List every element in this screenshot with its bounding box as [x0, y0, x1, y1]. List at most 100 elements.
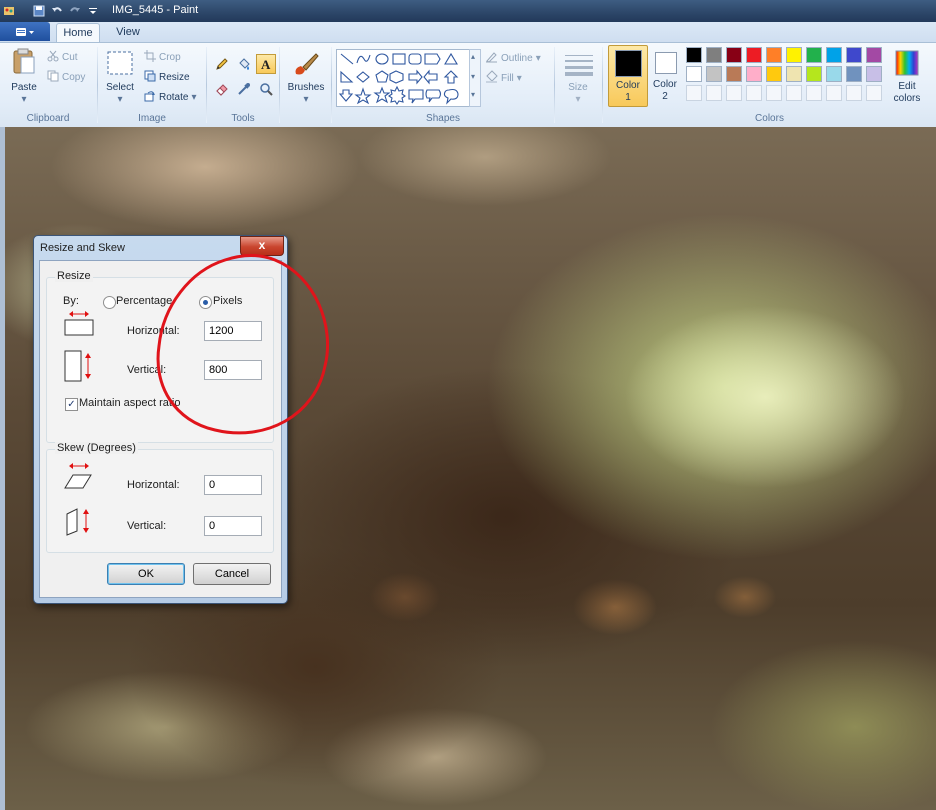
scroll-down-icon[interactable]: ▾: [471, 72, 475, 81]
colors-group-label: Colors: [755, 113, 784, 124]
color2-label: Color: [653, 79, 677, 90]
skew-legend: Skew (Degrees): [55, 442, 138, 454]
palette-empty-slot[interactable]: [746, 85, 762, 101]
color2-number: 2: [662, 91, 668, 102]
palette-empty-slot[interactable]: [726, 85, 742, 101]
outline-button[interactable]: Outline ▾: [485, 50, 541, 66]
palette-swatch[interactable]: [806, 66, 822, 82]
clipboard-group: Paste ▾ Cut Copy Clipboard: [0, 43, 96, 127]
palette-swatch[interactable]: [866, 66, 882, 82]
palette-swatch[interactable]: [726, 47, 742, 63]
palette-empty-slot[interactable]: [786, 85, 802, 101]
brush-icon: [292, 50, 320, 81]
crop-button[interactable]: Crop: [144, 50, 181, 65]
size-button[interactable]: Size ▾: [561, 48, 595, 105]
palette-swatch[interactable]: [766, 66, 782, 82]
rotate-dropdown-icon: ▾: [191, 92, 197, 103]
skew-horizontal-input[interactable]: 0: [204, 475, 262, 495]
cut-button[interactable]: Cut: [47, 50, 78, 65]
paste-button[interactable]: Paste ▾: [10, 48, 38, 105]
palette-empty-slot[interactable]: [826, 85, 842, 101]
color1-button[interactable]: Color 1: [608, 45, 648, 107]
palette-empty-slot[interactable]: [686, 85, 702, 101]
palette-swatch[interactable]: [686, 47, 702, 63]
paint-menu-button[interactable]: [0, 22, 50, 41]
palette-swatch[interactable]: [846, 66, 862, 82]
fill-button[interactable]: Fill ▾: [485, 70, 522, 86]
copy-icon: [47, 70, 59, 85]
edit-colors-button[interactable]: Edit colors: [887, 45, 927, 105]
palette-swatch[interactable]: [746, 47, 762, 63]
highlight-circle: [156, 254, 330, 435]
palette-swatch[interactable]: [746, 66, 762, 82]
customize-toolbar-icon[interactable]: [86, 4, 100, 18]
select-dropdown-icon[interactable]: ▾: [114, 94, 126, 105]
color2-button[interactable]: Color 2: [649, 45, 681, 105]
select-button[interactable]: Select ▾: [104, 48, 136, 105]
tab-view[interactable]: View: [110, 23, 146, 42]
palette-swatch[interactable]: [866, 47, 882, 63]
palette-swatch[interactable]: [826, 66, 842, 82]
palette-swatch[interactable]: [686, 66, 702, 82]
gallery-more-icon[interactable]: ▾: [471, 90, 475, 99]
fill-label: Fill: [501, 72, 514, 84]
pencil-icon[interactable]: [212, 54, 232, 74]
brushes-group: Brushes ▾: [280, 43, 330, 127]
color-picker-icon[interactable]: [234, 79, 254, 99]
paste-dropdown-icon[interactable]: ▾: [18, 94, 30, 105]
paint-app-icon[interactable]: [2, 4, 16, 18]
magnifier-icon[interactable]: [256, 79, 276, 99]
shapes-group-label: Shapes: [426, 113, 460, 124]
undo-icon[interactable]: [50, 4, 64, 18]
redo-icon[interactable]: [68, 4, 82, 18]
skew-vertical-input[interactable]: 0: [204, 516, 262, 536]
resize-button[interactable]: Resize: [144, 70, 190, 85]
rotate-button[interactable]: Rotate ▾: [144, 90, 197, 105]
palette-empty-slot[interactable]: [766, 85, 782, 101]
shapes-gallery[interactable]: [336, 49, 470, 107]
palette-swatch[interactable]: [706, 66, 722, 82]
ok-button[interactable]: OK: [107, 563, 185, 585]
edit-colors-label-2: colors: [893, 93, 921, 104]
size-dropdown-icon: ▾: [575, 94, 581, 105]
palette-swatch[interactable]: [726, 66, 742, 82]
palette-swatch[interactable]: [786, 66, 802, 82]
palette-swatch[interactable]: [786, 47, 802, 63]
title-bar: IMG_5445 - Paint: [0, 0, 936, 22]
palette-empty-slot[interactable]: [806, 85, 822, 101]
copy-button[interactable]: Copy: [47, 70, 85, 85]
paste-icon: [12, 48, 36, 79]
palette-empty-slot[interactable]: [866, 85, 882, 101]
rainbow-icon: [895, 50, 919, 79]
percentage-radio[interactable]: [103, 296, 116, 309]
fill-bucket-icon[interactable]: [234, 54, 254, 74]
eraser-icon[interactable]: [212, 79, 232, 99]
cancel-button[interactable]: Cancel: [193, 563, 271, 585]
brushes-button[interactable]: Brushes ▾: [286, 48, 326, 105]
palette-swatch[interactable]: [806, 47, 822, 63]
color1-label: Color: [616, 80, 640, 91]
paste-label: Paste: [11, 82, 37, 93]
maintain-aspect-ratio-checkbox[interactable]: ✓: [65, 398, 78, 411]
tools-group: A Tools: [207, 43, 279, 127]
image-group: Select ▾ Crop Resize Rotate ▾ Image: [98, 43, 206, 127]
colors-group: Color 1 Color 2 Edit colors Colors: [603, 43, 936, 127]
palette-swatch[interactable]: [826, 47, 842, 63]
palette-swatch[interactable]: [846, 47, 862, 63]
resize-label: Resize: [159, 72, 190, 83]
resize-icon: [144, 70, 156, 85]
scroll-up-icon[interactable]: ▴: [471, 52, 475, 61]
tab-home[interactable]: Home: [56, 23, 100, 43]
skew-horizontal-label: Horizontal:: [127, 479, 180, 491]
palette-empty-slot[interactable]: [846, 85, 862, 101]
text-tool-icon[interactable]: A: [256, 54, 276, 74]
image-group-label: Image: [138, 113, 166, 124]
palette-swatch[interactable]: [706, 47, 722, 63]
brushes-label: Brushes: [287, 82, 325, 93]
save-icon[interactable]: [32, 4, 46, 18]
fill-icon: [485, 70, 498, 86]
palette-swatch[interactable]: [766, 47, 782, 63]
palette-empty-slot[interactable]: [706, 85, 722, 101]
crop-label: Crop: [159, 52, 181, 63]
shapes-scroll[interactable]: ▴ ▾ ▾: [469, 49, 481, 107]
